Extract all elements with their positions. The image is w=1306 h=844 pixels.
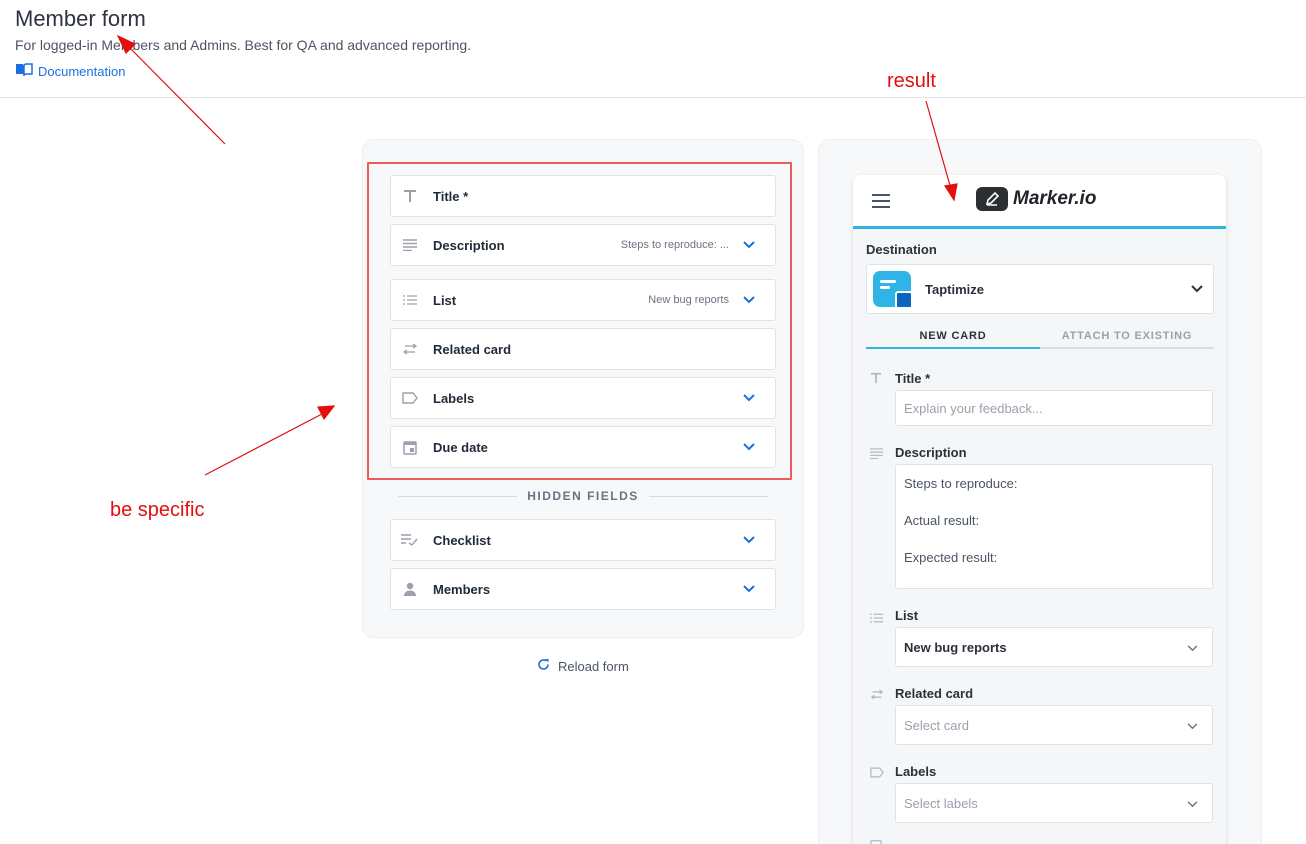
label-tag-icon xyxy=(401,389,419,407)
arrow-to-fields xyxy=(204,405,336,476)
annotation-be-specific: be specific xyxy=(110,499,205,521)
documentation-link-label: Documentation xyxy=(38,64,126,79)
label-tag-icon xyxy=(870,765,886,779)
person-icon xyxy=(401,580,419,598)
hidden-fields-divider: HIDDEN FIELDS xyxy=(398,488,769,504)
field-name: Related card xyxy=(433,341,512,357)
documentation-link[interactable]: Documentation xyxy=(15,63,125,80)
related-card-label: Related card xyxy=(895,686,974,701)
chevron-down-icon[interactable] xyxy=(741,390,757,406)
field-row-labels[interactable]: Labels xyxy=(390,377,776,419)
calendar-icon xyxy=(401,438,419,456)
page-header: Member form For logged-in Members and Ad… xyxy=(0,0,1306,98)
list-select[interactable]: New bug reports xyxy=(895,627,1213,667)
destination-label: Destination xyxy=(866,242,937,257)
field-row-related-card[interactable]: Related card xyxy=(390,328,776,370)
refresh-icon xyxy=(537,658,550,674)
brand-name: Marker.io xyxy=(1013,188,1097,209)
swap-arrows-icon xyxy=(870,687,886,701)
field-name: Checklist xyxy=(433,532,491,548)
labels-label: Labels xyxy=(895,764,937,779)
chevron-down-icon[interactable] xyxy=(741,532,757,548)
field-row-description[interactable]: Description Steps to reproduce: ... xyxy=(390,224,776,266)
chevron-down-icon xyxy=(1187,718,1198,733)
related-card-placeholder: Select card xyxy=(904,717,970,733)
text-icon xyxy=(870,371,886,385)
paragraph-icon xyxy=(401,236,419,254)
field-row-list[interactable]: List New bug reports xyxy=(390,279,776,321)
reload-form-label: Reload form xyxy=(558,658,629,674)
field-row-checklist[interactable]: Checklist xyxy=(390,519,776,561)
hamburger-menu-icon[interactable] xyxy=(872,194,890,208)
tab-bar: NEW CARD ATTACH TO EXISTING xyxy=(866,325,1214,349)
field-name: Description xyxy=(433,237,505,253)
chevron-down-icon xyxy=(1187,796,1198,811)
chevron-down-icon xyxy=(1187,640,1198,655)
field-value: New bug reports xyxy=(648,294,729,306)
field-row-due-date[interactable]: Due date xyxy=(390,426,776,468)
field-name: Due date xyxy=(433,439,488,455)
labels-placeholder: Select labels xyxy=(904,795,978,811)
chevron-down-icon[interactable] xyxy=(741,292,757,308)
chevron-down-icon[interactable] xyxy=(741,237,757,253)
description-textarea[interactable]: Steps to reproduce: Actual result: Expec… xyxy=(895,464,1213,589)
tab-attach-existing[interactable]: ATTACH TO EXISTING xyxy=(1040,325,1214,347)
title-input[interactable]: Explain your feedback... xyxy=(895,390,1213,426)
chevron-down-icon xyxy=(1191,280,1203,298)
swap-arrows-icon xyxy=(401,340,419,358)
page-title: Member form xyxy=(15,6,146,31)
chevron-down-icon[interactable] xyxy=(741,439,757,455)
field-row-title[interactable]: Title * xyxy=(390,175,776,217)
labels-select[interactable]: Select labels xyxy=(895,783,1213,823)
field-name: Labels xyxy=(433,390,475,406)
field-name: Members xyxy=(433,581,491,597)
pen-icon xyxy=(976,187,1008,211)
divider-line xyxy=(648,495,769,497)
marker-logo: Marker.io xyxy=(976,187,1096,211)
hidden-fields-label: HIDDEN FIELDS xyxy=(527,489,639,503)
field-name: Title * xyxy=(433,188,469,204)
annotation-result: result xyxy=(887,70,936,92)
title-label: Title * xyxy=(895,371,931,386)
marker-widget: Marker.io Destination Taptimize NEW CARD… xyxy=(853,175,1226,844)
list-icon xyxy=(401,291,419,309)
widget-header: Marker.io xyxy=(853,175,1226,229)
tab-new-card[interactable]: NEW CARD xyxy=(866,325,1040,349)
trello-board-icon xyxy=(873,271,913,309)
checklist-icon xyxy=(401,531,419,549)
page-subtitle: For logged-in Members and Admins. Best f… xyxy=(15,37,472,53)
text-icon xyxy=(401,187,419,205)
paragraph-icon xyxy=(870,446,886,460)
related-card-select[interactable]: Select card xyxy=(895,705,1213,745)
destination-name: Taptimize xyxy=(925,281,984,297)
field-name: List xyxy=(433,292,457,308)
list-label: List xyxy=(895,608,919,623)
field-value: Steps to reproduce: ... xyxy=(620,239,729,251)
book-icon xyxy=(15,63,33,80)
calendar-icon xyxy=(870,839,886,844)
divider-line xyxy=(398,495,518,497)
reload-form-button[interactable]: Reload form xyxy=(537,658,629,674)
list-icon xyxy=(870,610,886,624)
field-row-members[interactable]: Members xyxy=(390,568,776,610)
chevron-down-icon[interactable] xyxy=(741,581,757,597)
description-label: Description xyxy=(895,445,967,460)
destination-select[interactable]: Taptimize xyxy=(866,264,1214,314)
list-value: New bug reports xyxy=(904,639,1007,655)
